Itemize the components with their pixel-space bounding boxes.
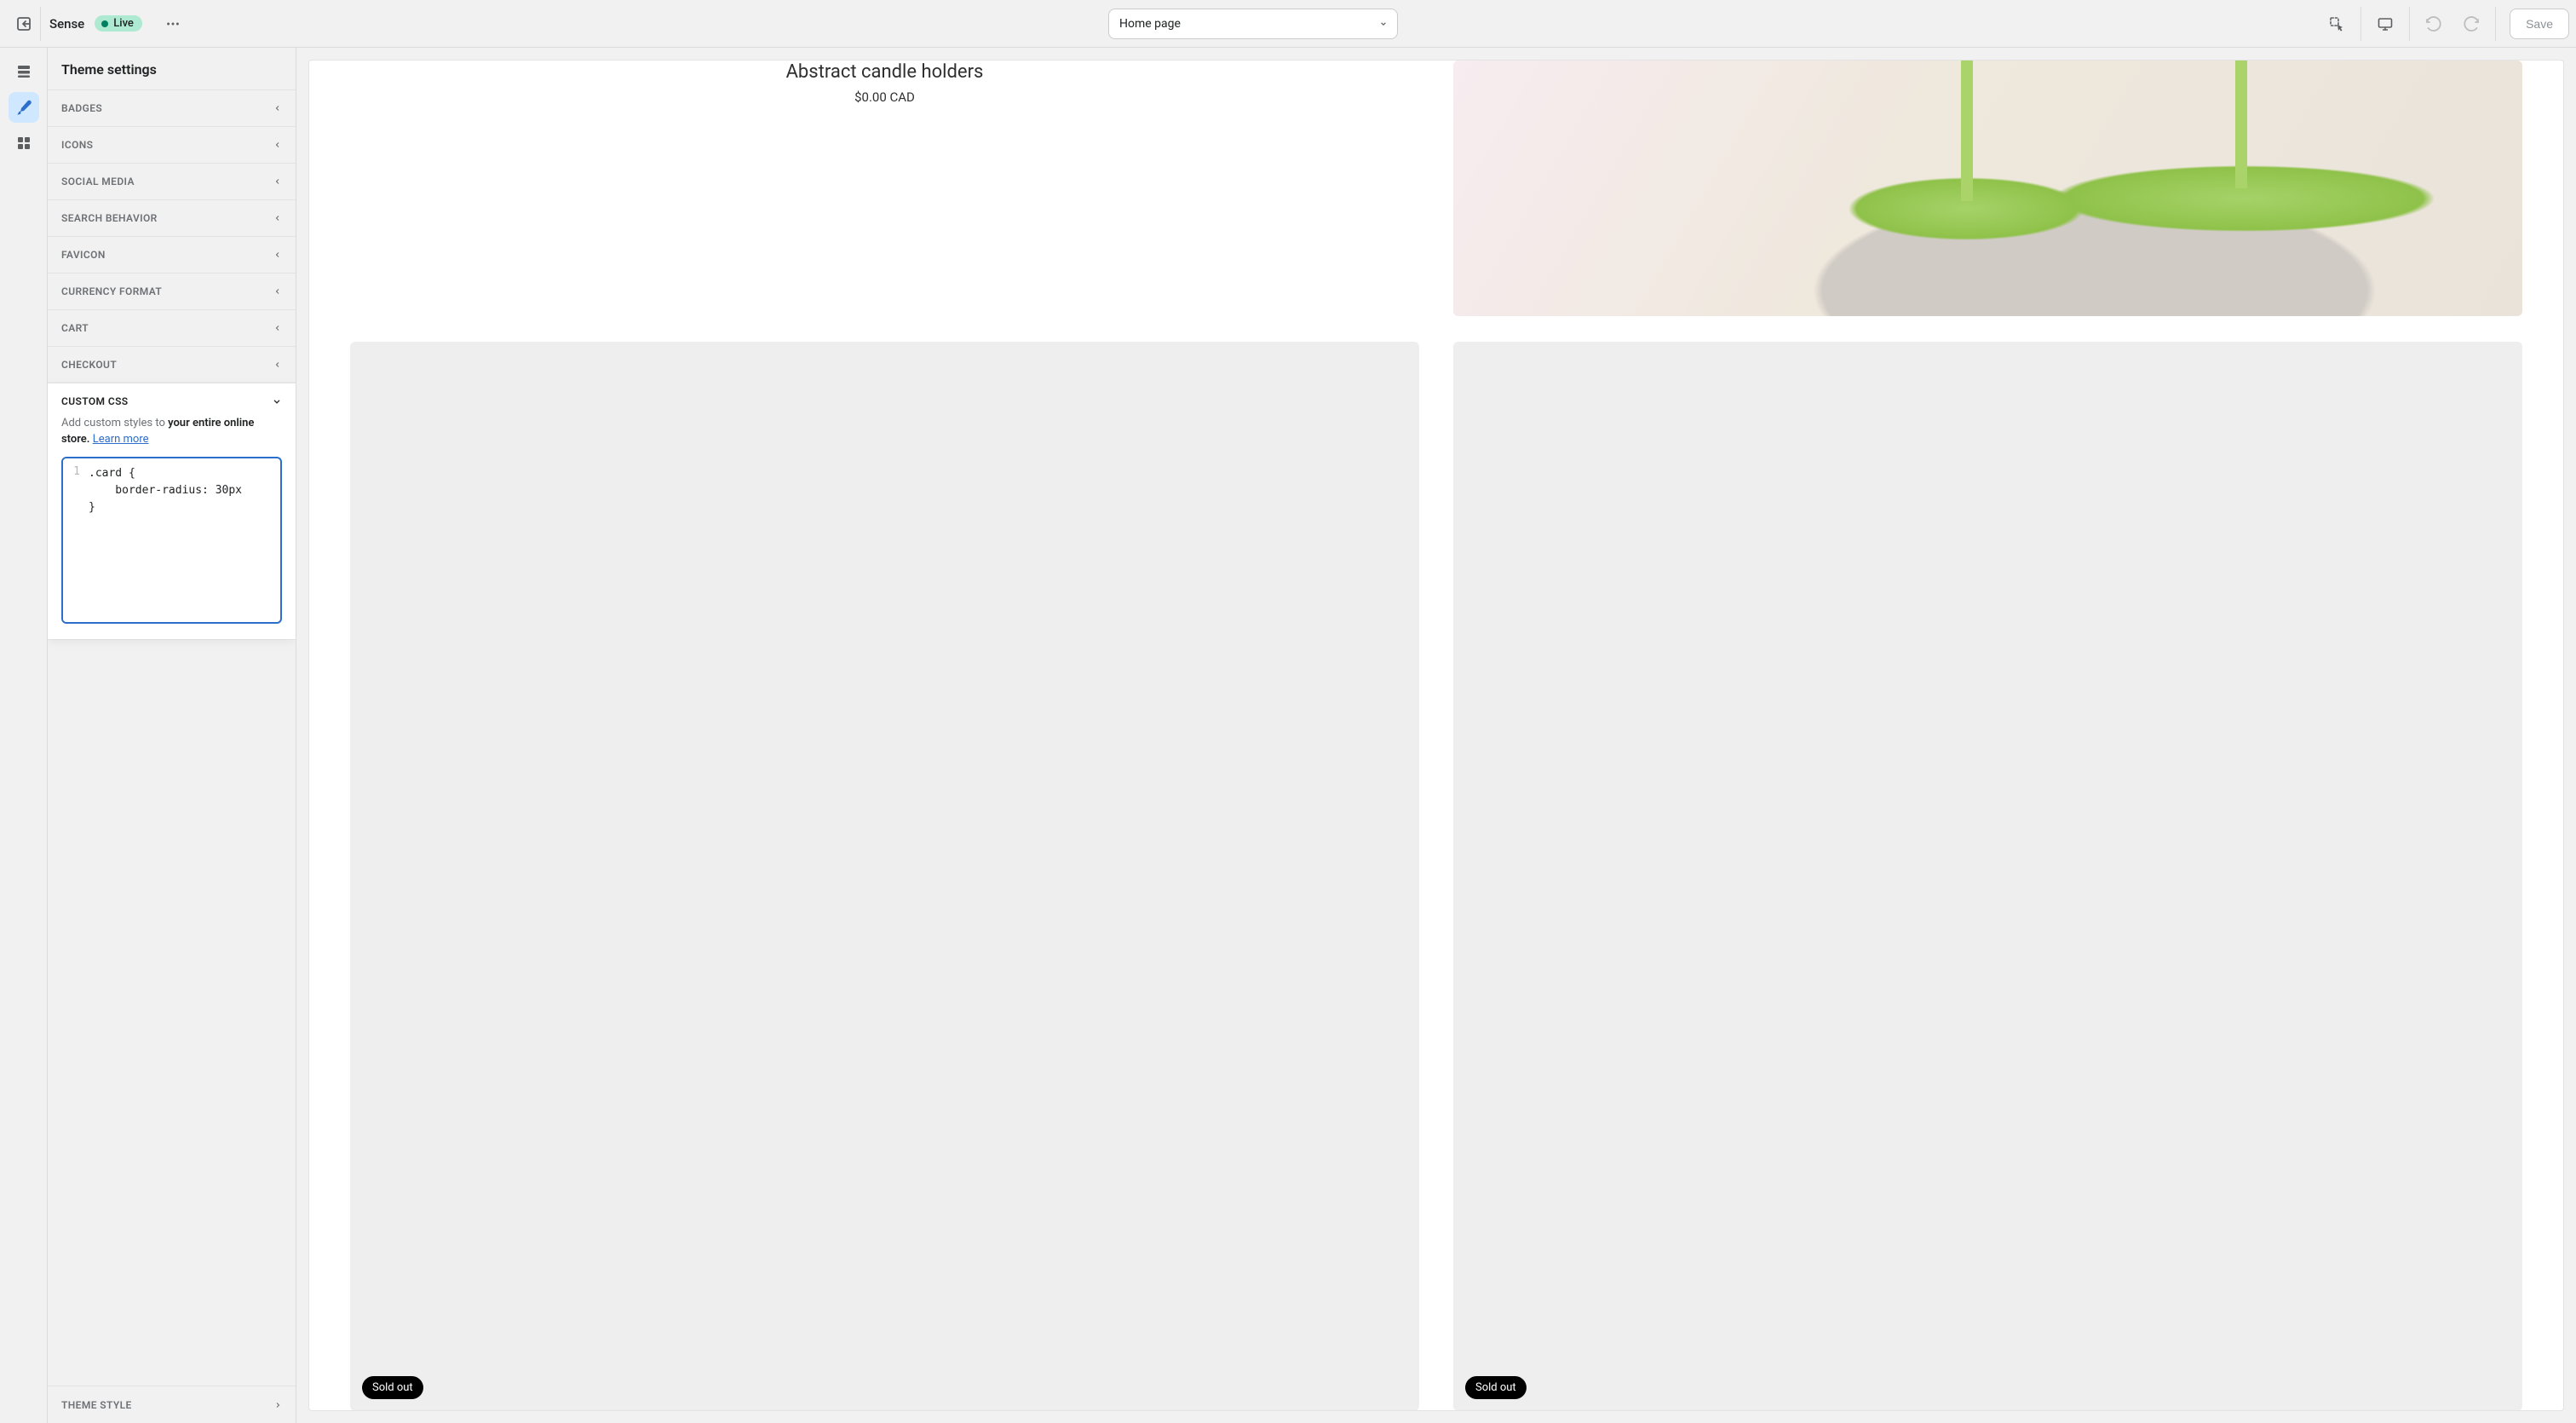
- divider: [2409, 7, 2410, 41]
- chevron-down-icon: [272, 396, 282, 406]
- gutter-line-1: 1: [63, 465, 80, 478]
- chevron-down-icon: [1378, 19, 1389, 29]
- settings-row-label: Badges: [61, 102, 102, 114]
- settings-row-social-media[interactable]: Social media: [48, 163, 296, 199]
- custom-css-editor[interactable]: 1 .card { border-radius: 30px }: [61, 457, 282, 624]
- settings-row-search-behavior[interactable]: Search behavior: [48, 199, 296, 236]
- custom-css-description: Add custom styles to your entire online …: [61, 416, 282, 448]
- settings-row-label: Cart: [61, 322, 89, 334]
- inspector-button[interactable]: [2320, 7, 2354, 41]
- icon-rail: [0, 48, 48, 1423]
- sold-out-badge: Sold out: [1465, 1376, 1527, 1399]
- settings-row-cart[interactable]: Cart: [48, 309, 296, 346]
- settings-row-icons[interactable]: Icons: [48, 126, 296, 163]
- settings-row-label: Checkout: [61, 359, 117, 371]
- page-select-wrap: Home page: [187, 9, 2320, 39]
- more-button[interactable]: [159, 10, 187, 37]
- preview-wrap: Abstract candle holders $0.00 CAD Sold o…: [296, 48, 2576, 1423]
- chevron-right-icon: [273, 1401, 282, 1409]
- save-button[interactable]: Save: [2510, 9, 2569, 39]
- exit-icon: [15, 15, 32, 32]
- theme-name: Sense: [49, 16, 84, 32]
- custom-css-panel: Custom CSS Add custom styles to your ent…: [48, 383, 296, 639]
- desktop-icon: [2377, 15, 2394, 32]
- sections-icon: [15, 63, 32, 80]
- settings-row-label: Search behavior: [61, 212, 158, 224]
- rail-apps-button[interactable]: [9, 128, 39, 158]
- learn-more-link[interactable]: Learn more: [93, 433, 149, 446]
- top-bar: Sense Live Home page Save: [0, 0, 2576, 48]
- settings-row-label: Social media: [61, 176, 135, 187]
- settings-row-label: Currency format: [61, 285, 162, 297]
- settings-row-badges[interactable]: Badges: [48, 89, 296, 126]
- chevron-left-icon: [273, 360, 282, 369]
- rail-theme-settings-button[interactable]: [9, 92, 39, 123]
- live-badge: Live: [95, 15, 142, 32]
- rail-sections-button[interactable]: [9, 56, 39, 87]
- settings-row-label: Icons: [61, 139, 93, 151]
- theme-style-row[interactable]: Theme style: [48, 1386, 296, 1423]
- product-image: Sold out: [350, 342, 1419, 1411]
- exit-button[interactable]: [7, 7, 41, 41]
- custom-css-desc-prefix: Add custom styles to: [61, 417, 168, 429]
- theme-style-label: Theme style: [61, 1399, 132, 1411]
- chevron-left-icon: [273, 214, 282, 222]
- chevron-left-icon: [273, 324, 282, 332]
- preview-canvas[interactable]: Abstract candle holders $0.00 CAD Sold o…: [308, 60, 2564, 1411]
- redo-button[interactable]: [2454, 7, 2488, 41]
- apps-icon: [15, 135, 32, 152]
- sidebar: Theme settings Badges Icons Social media…: [48, 48, 296, 1423]
- product-image: Sold out: [1453, 342, 2522, 1411]
- undo-icon: [2425, 15, 2442, 32]
- settings-row-checkout[interactable]: Checkout: [48, 346, 296, 383]
- settings-row-favicon[interactable]: Favicon: [48, 236, 296, 273]
- topbar-right: Save: [2320, 7, 2569, 41]
- chevron-left-icon: [273, 141, 282, 149]
- code-gutter: 1: [63, 458, 85, 622]
- undo-button[interactable]: [2417, 7, 2451, 41]
- paintbrush-icon: [15, 99, 32, 116]
- chevron-left-icon: [273, 251, 282, 259]
- preview-row-top: Abstract candle holders $0.00 CAD: [309, 60, 2563, 342]
- divider: [2360, 7, 2361, 41]
- product-card-glass-taper[interactable]: Sold out Glass taper candle holders $0.0…: [350, 342, 1419, 1411]
- product-title: Abstract candle holders: [786, 61, 984, 83]
- page-select-label: Home page: [1119, 17, 1181, 31]
- custom-css-header[interactable]: Custom CSS: [61, 395, 282, 407]
- divider: [2495, 7, 2496, 41]
- product-image-green-tall: [1453, 60, 2522, 316]
- chevron-left-icon: [273, 287, 282, 296]
- product-card-abstract[interactable]: Abstract candle holders $0.00 CAD: [350, 60, 1419, 316]
- sidebar-title: Theme settings: [48, 48, 296, 89]
- chevron-left-icon: [273, 104, 282, 112]
- inspector-icon: [2328, 15, 2345, 32]
- dots-icon: [165, 16, 181, 32]
- sold-out-badge: Sold out: [362, 1376, 423, 1399]
- product-card-green[interactable]: Sold out Green candle holders $0.00 CAD: [1453, 342, 2522, 1411]
- settings-row-currency-format[interactable]: Currency format: [48, 273, 296, 309]
- settings-row-label: Favicon: [61, 249, 106, 261]
- custom-css-label: Custom CSS: [61, 395, 129, 407]
- product-grid: Sold out Glass taper candle holders $0.0…: [309, 342, 2563, 1411]
- code-content[interactable]: .card { border-radius: 30px }: [85, 458, 280, 622]
- chevron-left-icon: [273, 177, 282, 186]
- page-select[interactable]: Home page: [1108, 9, 1398, 39]
- product-price: $0.00 CAD: [854, 89, 915, 105]
- main: Theme settings Badges Icons Social media…: [0, 48, 2576, 1423]
- redo-icon: [2463, 15, 2480, 32]
- viewport-desktop-button[interactable]: [2368, 7, 2402, 41]
